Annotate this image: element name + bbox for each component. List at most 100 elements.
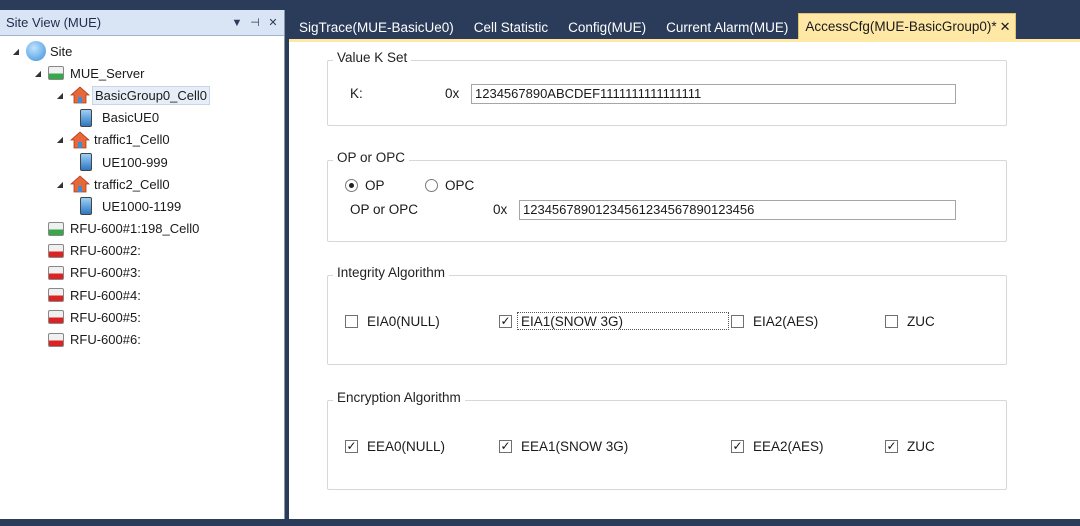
tree-item-label: RFU-600#6: (70, 332, 141, 348)
encryption-checkbox-1[interactable]: ✓ (499, 440, 512, 453)
tree-item[interactable]: RFU-600#2: (0, 240, 284, 262)
op-opc-prefix: 0x (493, 202, 508, 217)
tree-item[interactable]: UE1000-1199 (0, 195, 284, 217)
op-radio[interactable] (345, 179, 358, 192)
encryption-checkbox-3[interactable]: ✓ (885, 440, 898, 453)
tree-item-label: MUE_Server (70, 65, 145, 81)
tab-label: AccessCfg(MUE-BasicGroup0)* (805, 19, 997, 34)
tree-item[interactable]: ◢ BasicGroup0_Cell0 (0, 84, 284, 106)
k-label: K: (350, 86, 363, 101)
integrity-option-label: ZUC (907, 314, 935, 329)
tree-item-label: BasicGroup0_Cell0 (92, 85, 211, 105)
tree-item[interactable]: ◢ traffic1_Cell0 (0, 129, 284, 151)
tree-item[interactable]: ◢ traffic2_Cell0 (0, 173, 284, 195)
phone-icon (80, 108, 92, 127)
rfu-red-icon (48, 332, 64, 347)
site-view-title: Site View (MUE) (6, 15, 102, 30)
server-icon (48, 66, 64, 81)
tree-item[interactable]: BasicUE0 (0, 107, 284, 129)
cell-home-icon (70, 86, 90, 104)
tree-item[interactable]: RFU-600#4: (0, 284, 284, 306)
op-opc-title: OP or OPC (333, 150, 410, 165)
rfu-red-icon (48, 288, 64, 303)
rfu-red-icon (48, 310, 64, 325)
tab-current-alarm-mue[interactable]: Current Alarm(MUE) (656, 15, 798, 39)
tree-expander-icon[interactable]: ◢ (54, 178, 66, 190)
tree-expander-icon[interactable]: ◢ (54, 89, 66, 101)
tab-label: Config(MUE) (568, 19, 647, 35)
rfu-red-icon (48, 265, 64, 280)
tab-label: Current Alarm(MUE) (666, 19, 789, 35)
op-radio-label: OP (365, 178, 385, 193)
cell-home-icon (70, 131, 90, 149)
encryption-checkbox-0[interactable]: ✓ (345, 440, 358, 453)
integrity-option-label: EIA0(NULL) (367, 314, 440, 329)
tree-item-label: Site (50, 43, 73, 59)
integrity-checkbox-1[interactable]: ✓ (499, 315, 512, 328)
tree-expander-icon[interactable]: ◢ (54, 134, 66, 146)
tab-sigtrace-mue-basicue0[interactable]: SigTrace(MUE-BasicUe0) (289, 15, 464, 39)
encryption-option-label: ZUC (907, 439, 935, 454)
site-view-header: Site View (MUE) ▼ ⊣ ✕ (0, 10, 284, 36)
close-icon[interactable]: ✕ (1000, 19, 1011, 35)
opc-radio[interactable] (425, 179, 438, 192)
op-opc-value-input[interactable]: 12345678901234561234567890123456 (519, 200, 956, 220)
encryption-checkbox-2[interactable]: ✓ (731, 440, 744, 453)
pin-icon[interactable]: ⊣ (248, 16, 262, 30)
tree-item-label: RFU-600#5: (70, 309, 141, 325)
phone-icon (80, 197, 92, 216)
encryption-option-label: EEA1(SNOW 3G) (521, 439, 629, 454)
focus-rectangle (517, 312, 729, 330)
tree-item-label: traffic1_Cell0 (94, 132, 170, 148)
tree-item[interactable]: ◢ Site (0, 40, 284, 62)
k-value-input[interactable]: 1234567890ABCDEF1111111111111111 (471, 84, 956, 104)
tree-item-label: RFU-600#3: (70, 265, 141, 281)
chevron-down-icon[interactable]: ▼ (230, 16, 244, 30)
tree-expander-icon[interactable]: ◢ (10, 45, 22, 57)
rfu-green-icon (48, 221, 64, 236)
tree-expander-icon (32, 311, 44, 323)
tree-item[interactable]: ◢ MUE_Server (0, 62, 284, 84)
k-prefix: 0x (445, 86, 460, 101)
integrity-checkbox-0[interactable] (345, 315, 358, 328)
integrity-option-label: EIA2(AES) (753, 314, 819, 329)
tab-label: Cell Statistic (473, 19, 549, 35)
tree-item-label: RFU-600#1:198_Cell0 (70, 221, 200, 237)
encryption-option-label: EEA0(NULL) (367, 439, 446, 454)
access-config-form: Value K Set K: 0x 1234567890ABCDEF111111… (289, 39, 1080, 519)
tab-config-mue[interactable]: Config(MUE) (558, 15, 656, 39)
tree-expander-icon (32, 334, 44, 346)
site-tree: ◢ Site ◢ MUE_Server ◢ BasicGroup0_Cell0 BasicU… (0, 36, 284, 351)
site-icon (26, 41, 46, 62)
tree-item[interactable]: RFU-600#1:198_Cell0 (0, 218, 284, 240)
tree-expander-icon (32, 267, 44, 279)
tab-cell-statistic[interactable]: Cell Statistic (464, 15, 558, 39)
tree-expander-icon (32, 223, 44, 235)
integrity-checkbox-3[interactable] (885, 315, 898, 328)
tree-expander-icon (32, 289, 44, 301)
close-icon[interactable]: ✕ (266, 16, 280, 30)
tree-item-label: UE100-999 (102, 154, 168, 170)
tab-accesscfg-mue-basicgroup0[interactable]: AccessCfg(MUE-BasicGroup0)* ✕ (798, 13, 1016, 39)
tree-expander-icon[interactable]: ◢ (32, 67, 44, 79)
encryption-algorithm-title: Encryption Algorithm (333, 390, 465, 405)
tab-label: SigTrace(MUE-BasicUe0) (299, 19, 454, 35)
tree-item[interactable]: UE100-999 (0, 151, 284, 173)
tree-item-label: UE1000-1199 (102, 198, 182, 214)
phone-icon (80, 153, 92, 172)
value-k-set-title: Value K Set (333, 50, 412, 65)
tree-item-label: RFU-600#4: (70, 287, 141, 303)
bottom-frame (0, 519, 1080, 526)
op-opc-field-label: OP or OPC (350, 202, 419, 217)
tree-expander-icon (32, 245, 44, 257)
integrity-checkbox-2[interactable] (731, 315, 744, 328)
tree-item[interactable]: RFU-600#5: (0, 306, 284, 328)
tree-item-label: RFU-600#2: (70, 243, 141, 259)
tree-item-label: BasicUE0 (102, 110, 160, 126)
tree-item[interactable]: RFU-600#3: (0, 262, 284, 284)
tree-item-label: traffic2_Cell0 (94, 176, 170, 192)
site-view-panel: Site View (MUE) ▼ ⊣ ✕ ◢ Site ◢ MUE_Server ◢ B… (0, 10, 285, 526)
cell-home-icon (70, 175, 90, 193)
encryption-option-label: EEA2(AES) (753, 439, 824, 454)
tree-item[interactable]: RFU-600#6: (0, 328, 284, 350)
